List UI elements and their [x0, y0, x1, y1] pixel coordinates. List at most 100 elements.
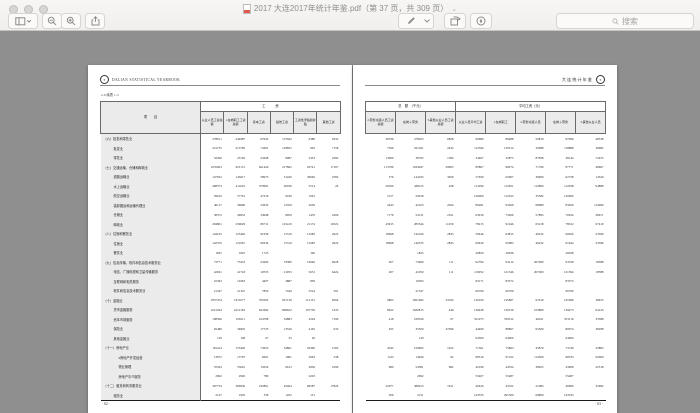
- data-cell: 72455: [576, 153, 606, 163]
- data-cell: 921151: [224, 163, 247, 173]
- data-cell: 1143: [366, 353, 396, 363]
- table-row: 130003870215843449732875878583814472455: [366, 153, 606, 163]
- table-row: 资本市场服务1085961081111047085488322047190: [101, 315, 341, 325]
- data-cell: 23596: [576, 229, 606, 239]
- data-cell: 92: [426, 353, 456, 363]
- data-cell: 635: [317, 324, 340, 334]
- data-cell: 10363: [201, 277, 224, 287]
- markup-button[interactable]: [398, 13, 423, 29]
- data-cell: 38298: [576, 324, 606, 334]
- data-cell: [317, 277, 340, 287]
- pdf-doc-icon: [243, 4, 251, 14]
- data-cell: 809622: [270, 305, 293, 315]
- data-cell: 112566: [456, 144, 486, 154]
- data-cell: 139473: [546, 305, 576, 315]
- share-button[interactable]: [85, 13, 105, 29]
- data-cell: 67: [247, 334, 270, 344]
- data-cell: 136100: [456, 296, 486, 306]
- data-cell: 18668: [366, 229, 396, 239]
- data-cell: 57959: [456, 172, 486, 182]
- data-cell: 111: [426, 267, 456, 277]
- data-cell: 14529: [576, 172, 606, 182]
- data-cell: [576, 334, 606, 344]
- data-cell: 144193: [396, 172, 426, 182]
- table-row: 129643006400064000: [366, 334, 606, 344]
- data-cell: 46952: [224, 210, 247, 220]
- rotate-icon: [450, 16, 461, 26]
- data-cell: 39660: [224, 201, 247, 211]
- data-cell: 38702: [396, 153, 426, 163]
- data-cell: 69587: [294, 381, 317, 391]
- table-row: 软件和信息技术服务业2134721347785074495524591: [101, 286, 341, 296]
- data-cell: 64143: [576, 305, 606, 315]
- row-label: 物业管理: [101, 362, 201, 372]
- data-cell: 73660: [396, 258, 426, 268]
- table-row: 2992554075548755487: [366, 372, 606, 382]
- data-cell: 32596: [426, 324, 456, 334]
- row-label: （九）信息传输、软件和信息技术服务业: [101, 258, 201, 268]
- highlight-button[interactable]: [470, 13, 492, 29]
- data-cell: 73771: [201, 258, 224, 268]
- data-cell: 129: [396, 334, 426, 344]
- data-cell: [576, 277, 606, 287]
- row-label: （十）金融业: [101, 296, 201, 306]
- data-cell: 23633: [247, 201, 270, 211]
- data-cell: 42061: [201, 267, 224, 277]
- data-cell: 104708: [247, 315, 270, 325]
- pdf-content-area: ◐ DALIAN STATISTICAL YEARBOOK 2-6 续表 1-3…: [0, 30, 700, 402]
- data-cell: 26: [294, 334, 317, 344]
- zoom-in-button[interactable]: [61, 13, 81, 29]
- data-cell: 1825: [201, 248, 224, 258]
- markup-dropdown-button[interactable]: [421, 13, 434, 29]
- data-cell: 1621264: [201, 305, 224, 315]
- table-row: 10363831718337283373: [366, 277, 606, 287]
- table-row: 1137961034947299038580798274717968777148…: [366, 163, 606, 173]
- title-chevron-icon[interactable]: ⌄: [451, 5, 457, 13]
- data-cell: 1055603: [201, 163, 224, 173]
- zoom-out-button[interactable]: [42, 13, 62, 29]
- data-cell: 13000: [366, 153, 396, 163]
- data-cell: 2353: [294, 153, 317, 163]
- table-row: 邮政业294801239629867111014192117410322: [101, 220, 341, 230]
- data-cell: 90689: [456, 134, 486, 144]
- table-row: 4391528354411259782159164665218786126741…: [366, 220, 606, 230]
- data-cell: 2204: [294, 315, 317, 325]
- row-label: 道路运输业: [101, 172, 201, 182]
- data-cell: 1584: [426, 153, 456, 163]
- data-cell: 6828: [426, 134, 456, 144]
- data-cell: 217862: [270, 163, 293, 173]
- data-cell: [366, 286, 396, 296]
- data-cell: 151: [294, 391, 317, 401]
- wage-table-left: 项 目 工 资 从业人员工资总额 1.在岗职工工资总额 基本工资 绩效工资 工资…: [100, 101, 341, 401]
- table-row: 租赁业214719453391452151: [101, 391, 341, 401]
- data-cell: 418: [366, 315, 396, 325]
- data-cell: 207000: [516, 267, 546, 277]
- table-row: 装卸搬运和运输代理业461173966023633123592659: [101, 201, 341, 211]
- row-label: 房地产中介服务: [101, 372, 201, 382]
- data-cell: 6424: [317, 267, 340, 277]
- data-cell: 2434: [426, 144, 456, 154]
- data-cell: 10363: [224, 277, 247, 287]
- data-cell: 46611: [516, 315, 546, 325]
- table-row: 7506221291243411256613051432988118888399…: [366, 144, 606, 154]
- data-cell: 35500: [396, 324, 426, 334]
- data-cell: 142370: [201, 239, 224, 249]
- data-cell: [317, 391, 340, 401]
- data-cell: 113294: [456, 182, 486, 192]
- data-cell: 46117: [201, 201, 224, 211]
- row-label: 仓储业: [101, 210, 201, 220]
- data-cell: 39982: [576, 144, 606, 154]
- row-label: 软件和信息技术服务业: [101, 286, 201, 296]
- data-cell: [426, 286, 456, 296]
- data-cell: 66709: [546, 286, 576, 296]
- search-field[interactable]: 搜索: [556, 13, 694, 29]
- data-cell: 143333: [546, 391, 576, 401]
- table-row: （九）信息传输、软件和信息技术服务业7377173453232003338910…: [101, 258, 341, 268]
- rotate-button[interactable]: [444, 13, 466, 29]
- data-cell: 34845: [224, 324, 247, 334]
- highlight-circle-icon: [476, 16, 486, 26]
- sidebar-toggle-button[interactable]: [8, 13, 38, 29]
- data-cell: 2147: [201, 391, 224, 401]
- data-cell: 97162: [486, 353, 516, 363]
- data-cell: 73453: [224, 258, 247, 268]
